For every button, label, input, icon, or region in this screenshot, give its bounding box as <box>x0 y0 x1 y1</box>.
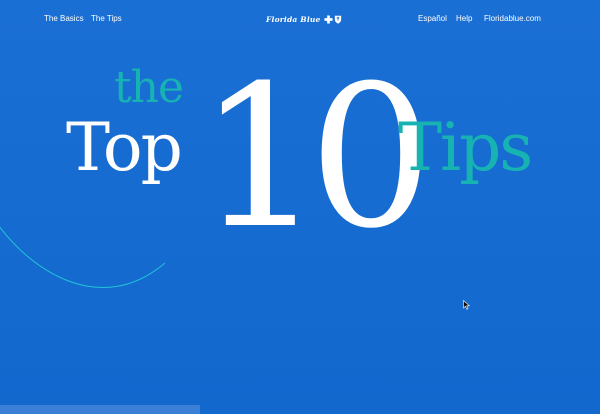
hero-word-the: the <box>114 62 184 113</box>
hero-title: the Top 10 Tips <box>0 0 600 414</box>
hero-word-top: Top <box>66 109 183 186</box>
page: The Basics The Tips Florida Blue Español… <box>0 0 600 414</box>
hero-word-tips: Tips <box>398 109 533 186</box>
mouse-cursor-icon <box>463 300 471 310</box>
browser-status-bar <box>0 405 200 414</box>
hero-number-ten: 10 <box>198 44 433 272</box>
